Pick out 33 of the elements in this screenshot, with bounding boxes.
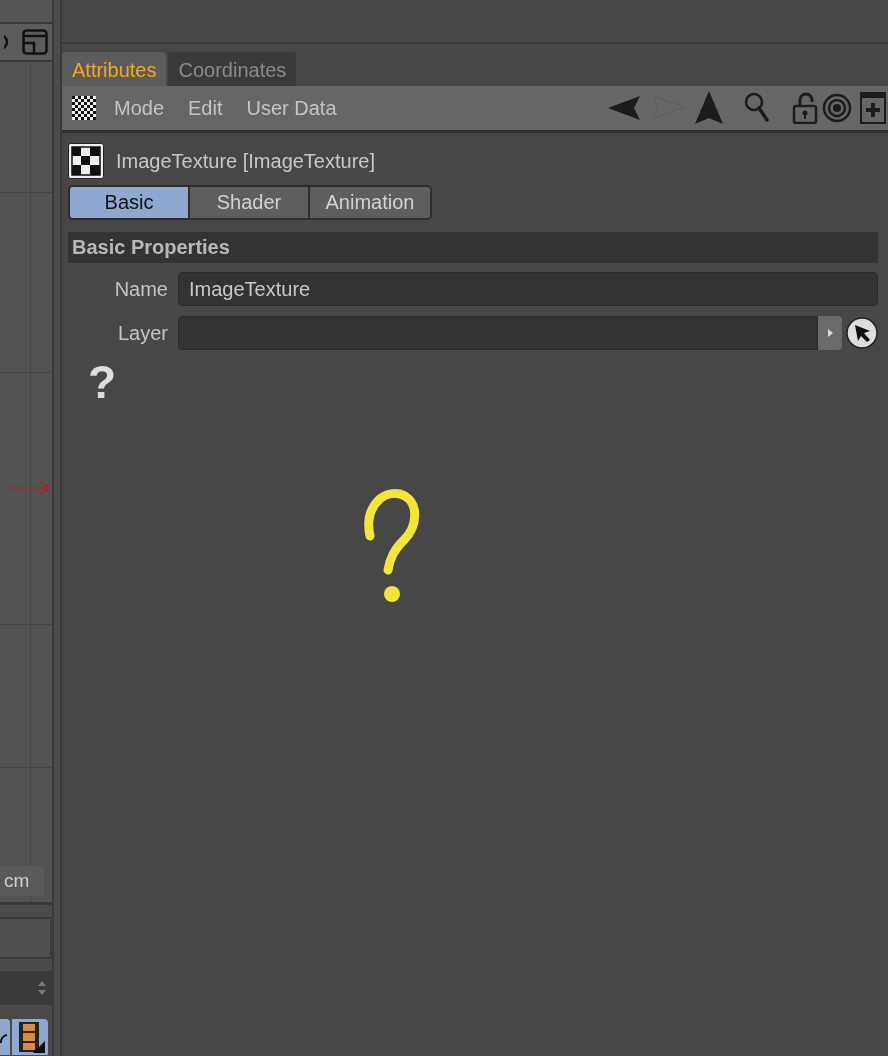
panel-tab[interactable]: Attributes bbox=[62, 52, 167, 86]
panel-tab[interactable]: Coordinates bbox=[168, 52, 297, 86]
section-header: Basic Properties bbox=[68, 232, 878, 263]
name-field[interactable]: ImageTexture bbox=[178, 272, 878, 306]
menu-item[interactable]: Mode bbox=[114, 96, 165, 120]
link-field[interactable] bbox=[178, 316, 818, 350]
search-icon[interactable] bbox=[744, 92, 770, 124]
texture-icon bbox=[68, 143, 104, 179]
layout-icon[interactable] bbox=[22, 29, 48, 55]
tab[interactable]: Basic bbox=[70, 187, 188, 218]
pick-cursor-icon[interactable] bbox=[846, 317, 878, 349]
axis-arrow-icon bbox=[6, 480, 52, 496]
field-label: Name bbox=[113, 277, 169, 301]
menu-item[interactable]: User Data bbox=[246, 96, 337, 120]
target-icon[interactable] bbox=[822, 93, 852, 123]
back-arrow-icon[interactable] bbox=[608, 93, 642, 123]
unit-label: cm bbox=[0, 866, 44, 896]
tab[interactable]: Animation bbox=[308, 187, 430, 218]
tool-button[interactable] bbox=[0, 1019, 10, 1055]
help-glyph[interactable]: ? bbox=[88, 359, 117, 405]
new-panel-icon[interactable] bbox=[860, 92, 886, 124]
checker-icon[interactable] bbox=[72, 96, 96, 120]
viewport[interactable]: cm bbox=[0, 60, 52, 905]
unlocked-icon[interactable] bbox=[792, 92, 818, 124]
spinner-icon bbox=[38, 980, 46, 996]
tab[interactable]: Shader bbox=[188, 187, 308, 218]
field-label: Layer bbox=[116, 321, 169, 345]
film-button[interactable] bbox=[12, 1019, 48, 1055]
triangle-icon bbox=[827, 329, 833, 337]
dropdown[interactable] bbox=[0, 971, 52, 1005]
menu-item[interactable]: Edit bbox=[188, 96, 223, 120]
up-arrow-icon[interactable] bbox=[694, 91, 724, 125]
object-title: ImageTexture [ImageTexture] bbox=[116, 149, 375, 173]
